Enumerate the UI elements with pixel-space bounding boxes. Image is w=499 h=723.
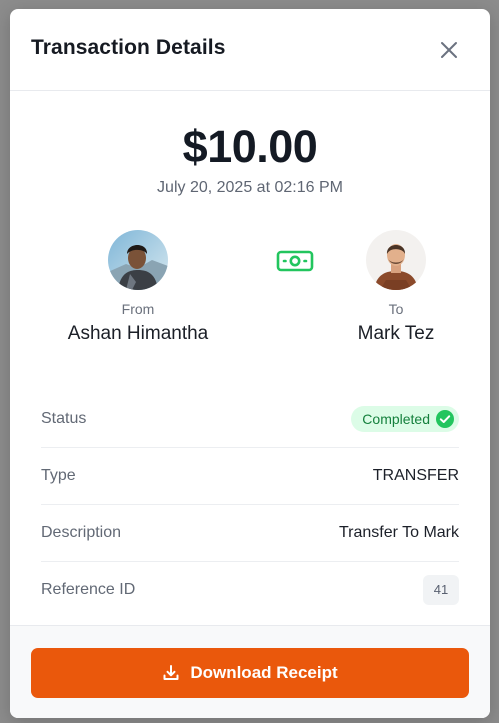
download-receipt-button[interactable]: Download Receipt <box>31 648 469 698</box>
modal-footer: Download Receipt <box>10 625 490 718</box>
modal-header: Transaction Details <box>10 9 490 91</box>
type-label: Type <box>41 467 76 484</box>
reference-row: Reference ID 41 <box>41 562 459 618</box>
recipient-caption: To <box>388 301 404 317</box>
description-label: Description <box>41 524 122 541</box>
recipient-name: Mark Tez <box>357 323 435 344</box>
sender: From Ashan Himantha <box>38 230 238 345</box>
status-value: Completed <box>362 411 430 427</box>
transaction-details-list: Status Completed Type TRANSFER Descripti… <box>41 391 459 618</box>
download-receipt-label: Download Receipt <box>190 663 338 682</box>
sender-caption: From <box>121 301 155 317</box>
status-row: Status Completed <box>41 391 459 448</box>
download-icon <box>163 665 179 680</box>
status-badge: Completed <box>351 406 459 432</box>
check-circle-icon <box>436 410 454 428</box>
transaction-details-modal: Transaction Details $10.00 July 20, 2025… <box>10 9 490 718</box>
recipient-avatar <box>366 230 426 290</box>
reference-label: Reference ID <box>41 581 136 598</box>
description-value: Transfer To Mark <box>338 524 459 541</box>
close-icon <box>441 42 457 58</box>
sender-name: Ashan Himantha <box>67 323 209 344</box>
type-row: Type TRANSFER <box>41 448 459 505</box>
status-label: Status <box>41 410 87 427</box>
close-button[interactable] <box>435 36 463 64</box>
type-value: TRANSFER <box>372 467 459 484</box>
reference-value: 41 <box>423 575 459 605</box>
transaction-date: July 20, 2025 at 02:16 PM <box>157 179 343 196</box>
sender-avatar <box>108 230 168 290</box>
recipient: To Mark Tez <box>296 230 490 345</box>
transaction-amount: $10.00 <box>182 121 318 172</box>
description-row: Description Transfer To Mark <box>41 505 459 562</box>
modal-title: Transaction Details <box>31 36 226 59</box>
